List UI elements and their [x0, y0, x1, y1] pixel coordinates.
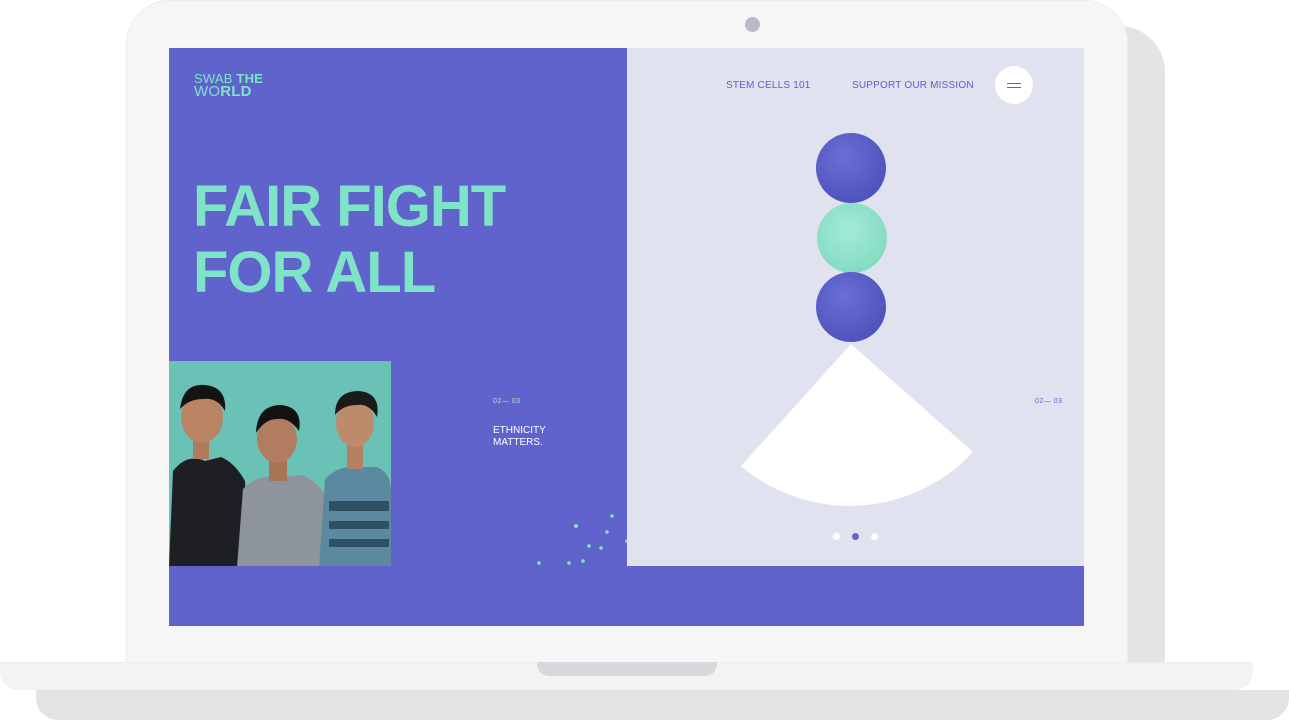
- white-cone: [741, 344, 973, 506]
- pagination-dot-2-active[interactable]: [852, 533, 859, 540]
- nav-link-support-mission[interactable]: SUPPORT OUR MISSION: [852, 80, 974, 91]
- nav-link-stem-cells[interactable]: STEM CELLS 101: [726, 80, 811, 91]
- decorative-particles: [537, 514, 629, 565]
- sphere-top: [816, 133, 886, 203]
- headline-line-2: FOR ALL: [193, 240, 436, 305]
- webcam-icon: [745, 17, 760, 32]
- laptop-mockup: SWAB THE WORLD FAIR FIGHT FOR ALL 02— 03…: [0, 0, 1289, 720]
- caption-line-1: ETHNICITY: [493, 425, 546, 436]
- hero-photo: [169, 361, 391, 567]
- caption-line-2: MATTERS.: [493, 437, 543, 448]
- hero-left-panel: SWAB THE WORLD FAIR FIGHT FOR ALL 02— 03…: [169, 48, 629, 567]
- people-photo-illustration: [169, 361, 391, 567]
- logo-text-rld: RLD: [220, 83, 252, 100]
- logo-text-wo: WO: [194, 83, 221, 100]
- pagination-dot-1[interactable]: [833, 533, 840, 540]
- laptop-base-shadow: [36, 690, 1289, 720]
- laptop-notch: [537, 662, 717, 676]
- sphere-middle: [817, 203, 887, 273]
- menu-button[interactable]: [995, 66, 1033, 104]
- pagination-dot-3[interactable]: [871, 533, 878, 540]
- sphere-cone-illustration: [741, 133, 973, 506]
- footer-band: [169, 566, 1084, 626]
- slide-counter-right: 02— 03: [1035, 398, 1063, 405]
- sphere-bottom: [816, 272, 886, 342]
- hamburger-icon: [1007, 83, 1021, 84]
- site-logo[interactable]: SWAB THE WORLD: [194, 72, 263, 100]
- website-screen: SWAB THE WORLD FAIR FIGHT FOR ALL 02— 03…: [169, 48, 1084, 626]
- slide-counter-left: 02— 03: [493, 398, 521, 405]
- headline-line-1: FAIR FIGHT: [193, 174, 506, 239]
- slide-caption: ETHNICITY MATTERS.: [493, 425, 546, 449]
- hamburger-icon-line: [1007, 87, 1021, 88]
- hero-headline: FAIR FIGHT FOR ALL: [193, 174, 506, 306]
